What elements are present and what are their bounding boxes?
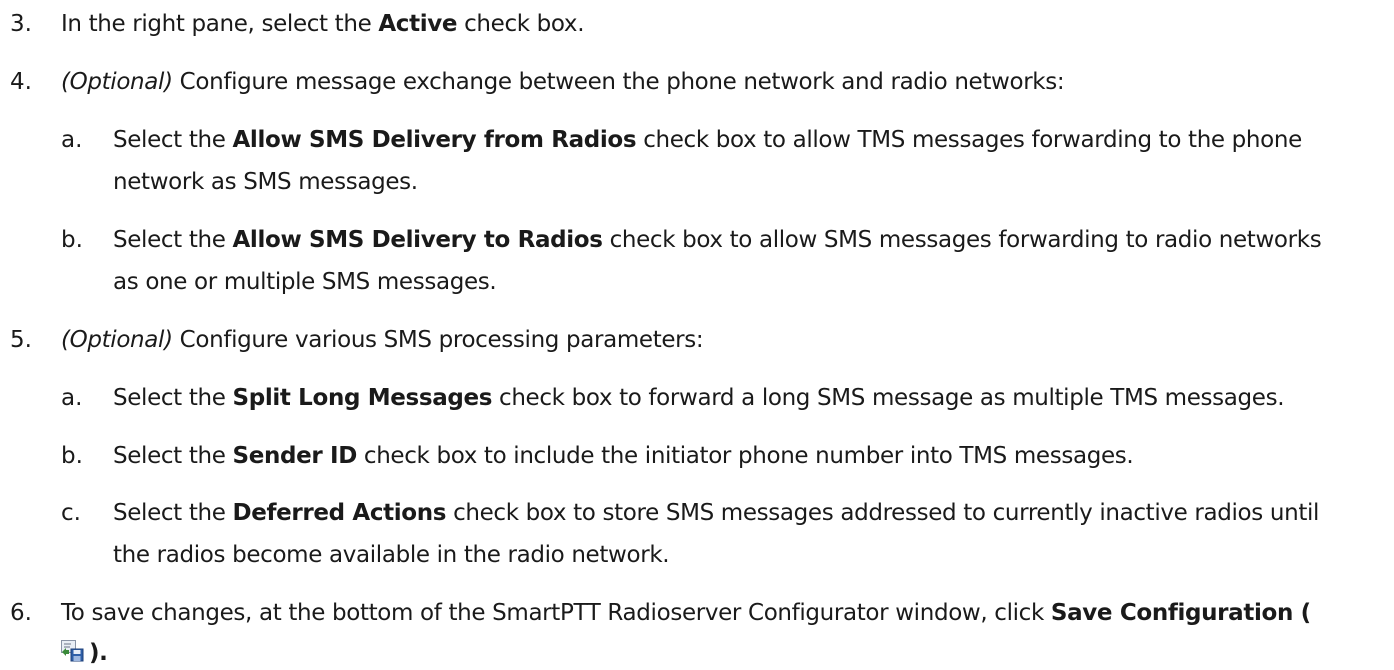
allow-sms-to-radios-label: Allow SMS Delivery to Radios (232, 227, 603, 253)
substep-4b-line-1: Select the Allow SMS Delivery to Radios … (113, 227, 1322, 253)
substep-letter: c. (61, 500, 81, 526)
substep-letter: b. (61, 227, 83, 253)
optional-label: (Optional) (61, 327, 173, 353)
active-checkbox-label: Active (378, 11, 458, 37)
substep-5a-line-1: Select the Split Long Messages check box… (113, 385, 1285, 411)
substep-letter: a. (61, 127, 83, 153)
document-page: 3. In the right pane, select the Active … (0, 0, 1394, 666)
sender-id-label: Sender ID (232, 443, 357, 469)
step-6-line-2: ). (61, 638, 108, 668)
allow-sms-from-radios-label: Allow SMS Delivery from Radios (232, 127, 637, 153)
step-number: 5. (10, 327, 32, 353)
deferred-actions-label: Deferred Actions (232, 500, 447, 526)
step-5-text: (Optional) Configure various SMS process… (61, 327, 704, 353)
substep-5b-line-1: Select the Sender ID check box to includ… (113, 443, 1134, 469)
substep-letter: a. (61, 385, 83, 411)
step-6-line-1: To save changes, at the bottom of the Sm… (61, 600, 1311, 626)
split-long-messages-label: Split Long Messages (232, 385, 493, 411)
save-configuration-label: Save Configuration ( (1050, 600, 1311, 626)
step-number: 4. (10, 69, 32, 95)
substep-letter: b. (61, 443, 83, 469)
substep-4a-line-2: network as SMS messages. (113, 169, 418, 195)
substep-5c-line-2: the radios become available in the radio… (113, 542, 670, 568)
substep-4a-line-1: Select the Allow SMS Delivery from Radio… (113, 127, 1302, 153)
step-number: 3. (10, 11, 32, 37)
save-configuration-icon (61, 640, 85, 662)
substep-4b-line-2: as one or multiple SMS messages. (113, 269, 497, 295)
substep-5c-line-1: Select the Deferred Actions check box to… (113, 500, 1320, 526)
step-4-text: (Optional) Configure message exchange be… (61, 69, 1065, 95)
step-number: 6. (10, 600, 32, 626)
step-3-text: In the right pane, select the Active che… (61, 11, 585, 37)
optional-label: (Optional) (61, 69, 173, 95)
